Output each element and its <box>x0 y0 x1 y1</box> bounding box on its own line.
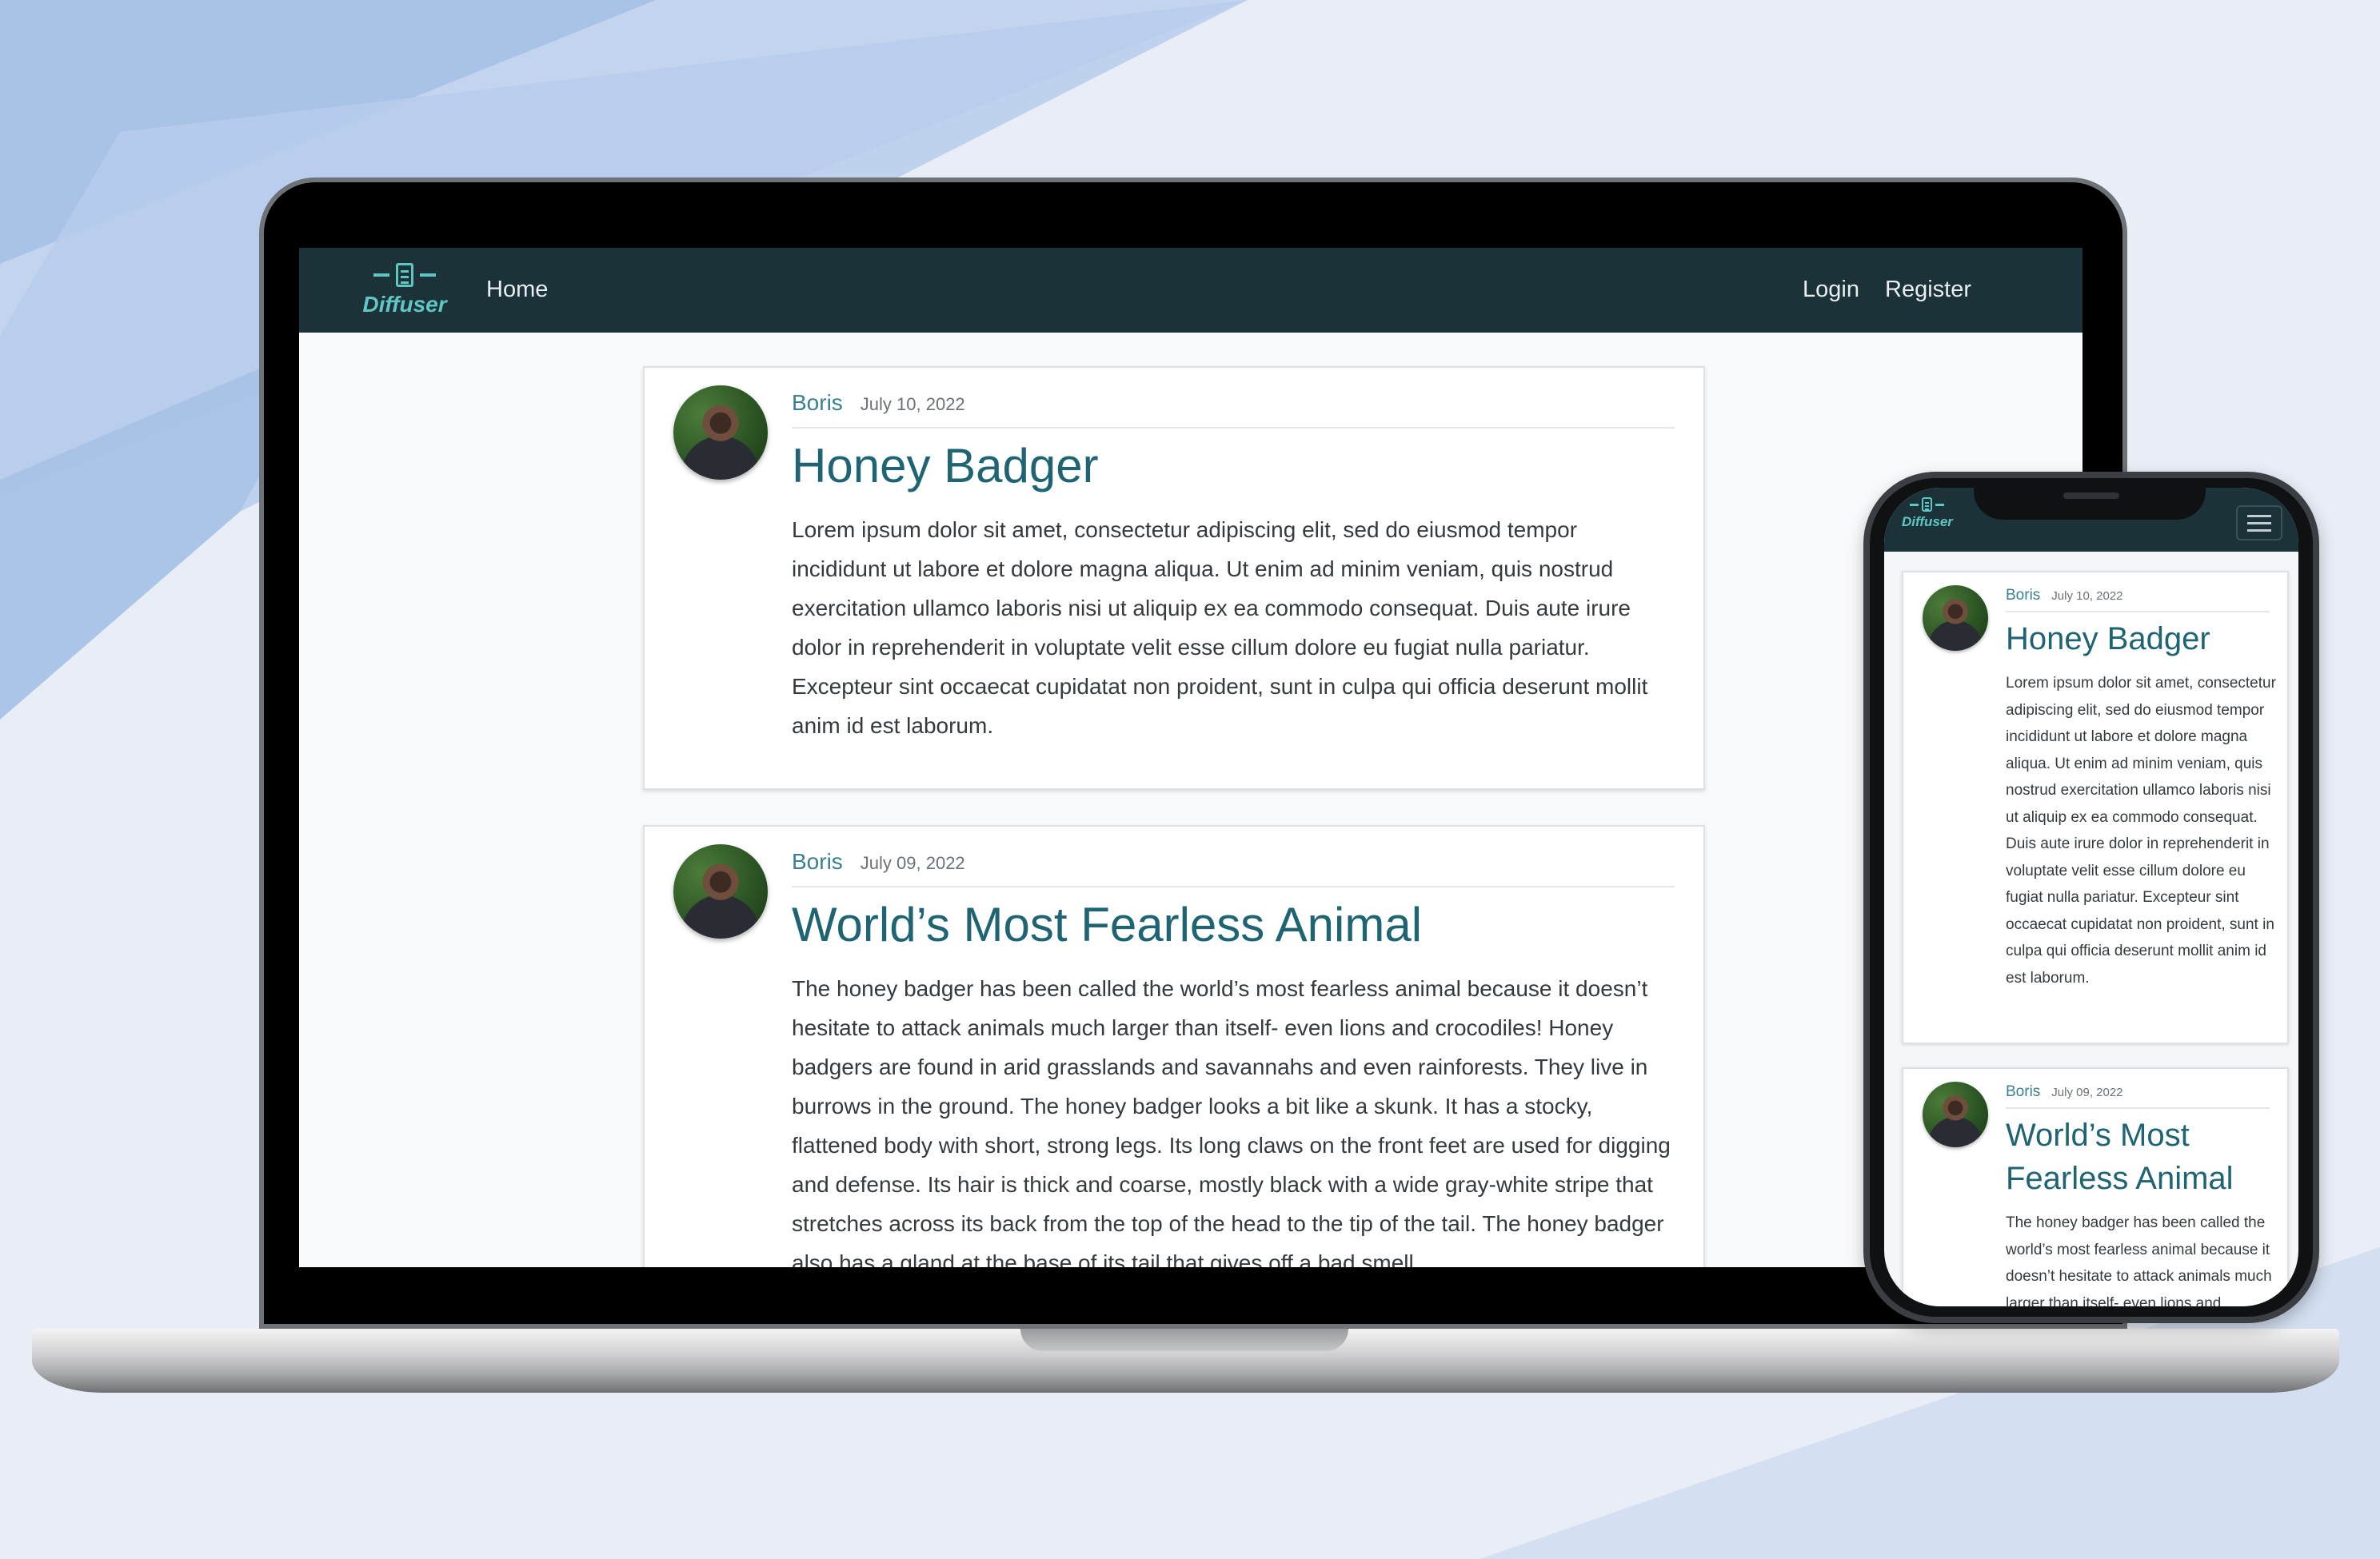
mobile-brand-logo[interactable]: Diffuser <box>1902 497 1953 530</box>
author-avatar <box>673 844 768 939</box>
hamburger-menu-icon[interactable] <box>2236 505 2282 540</box>
mobile-post-card: Boris July 09, 2022 World’s Most Fearles… <box>1902 1067 2289 1306</box>
post-author-link[interactable]: Boris <box>792 849 843 875</box>
post-card: Boris July 10, 2022 Honey Badger Lorem i… <box>643 366 1705 790</box>
post-meta: Boris July 10, 2022 <box>792 390 1675 429</box>
desktop-screen: Diffuser Home Login Register Boris July … <box>299 248 2082 1267</box>
author-avatar <box>673 385 768 480</box>
post-title-link[interactable]: Honey Badger <box>2006 617 2278 660</box>
mobile-brand-name: Diffuser <box>1902 514 1953 529</box>
nav-home-link[interactable]: Home <box>486 277 548 303</box>
post-content: The honey badger has been called the wor… <box>2006 1214 2272 1306</box>
mobile-screen: Diffuser Boris July 10, 2022 Honey Badge… <box>1884 488 2298 1306</box>
author-avatar <box>1923 585 1988 651</box>
post-date: July 09, 2022 <box>860 853 965 873</box>
post-title-link[interactable]: Honey Badger <box>792 438 1099 493</box>
phone-notch <box>1974 481 2206 520</box>
post-date: July 09, 2022 <box>2051 1086 2123 1099</box>
post-author-link[interactable]: Boris <box>792 390 843 416</box>
post-content: Lorem ipsum dolor sit amet, consectetur … <box>792 517 1648 738</box>
clipboard-icon <box>373 263 436 287</box>
post-date: July 10, 2022 <box>860 394 965 414</box>
brand-logo[interactable]: Diffuser <box>362 254 447 326</box>
post-card: Boris July 09, 2022 World’s Most Fearles… <box>643 825 1705 1267</box>
post-meta: Boris July 09, 2022 <box>792 849 1675 887</box>
nav-register-link[interactable]: Register <box>1885 277 1971 303</box>
author-avatar <box>1923 1082 1988 1147</box>
post-author-link[interactable]: Boris <box>2006 1083 2040 1101</box>
phone-speaker <box>2063 492 2119 499</box>
mobile-post-card: Boris July 10, 2022 Honey Badger Lorem i… <box>1902 571 2289 1044</box>
post-content: Lorem ipsum dolor sit amet, consectetur … <box>2006 675 2276 987</box>
post-content: The honey badger has been called the wor… <box>792 976 1671 1267</box>
nav-login-link[interactable]: Login <box>1803 277 1859 303</box>
post-meta: Boris July 09, 2022 <box>2006 1083 2270 1109</box>
post-author-link[interactable]: Boris <box>2006 587 2040 604</box>
navbar: Diffuser Home Login Register <box>299 248 2082 333</box>
laptop-hinge-notch <box>1020 1329 1348 1351</box>
post-meta: Boris July 10, 2022 <box>2006 587 2270 612</box>
post-title-link[interactable]: World’s Most Fearless Animal <box>792 897 1422 952</box>
brand-name: Diffuser <box>362 292 447 317</box>
clipboard-icon <box>1910 497 1945 512</box>
post-title-link[interactable]: World’s Most Fearless Animal <box>2006 1114 2278 1200</box>
post-date: July 10, 2022 <box>2051 589 2123 603</box>
